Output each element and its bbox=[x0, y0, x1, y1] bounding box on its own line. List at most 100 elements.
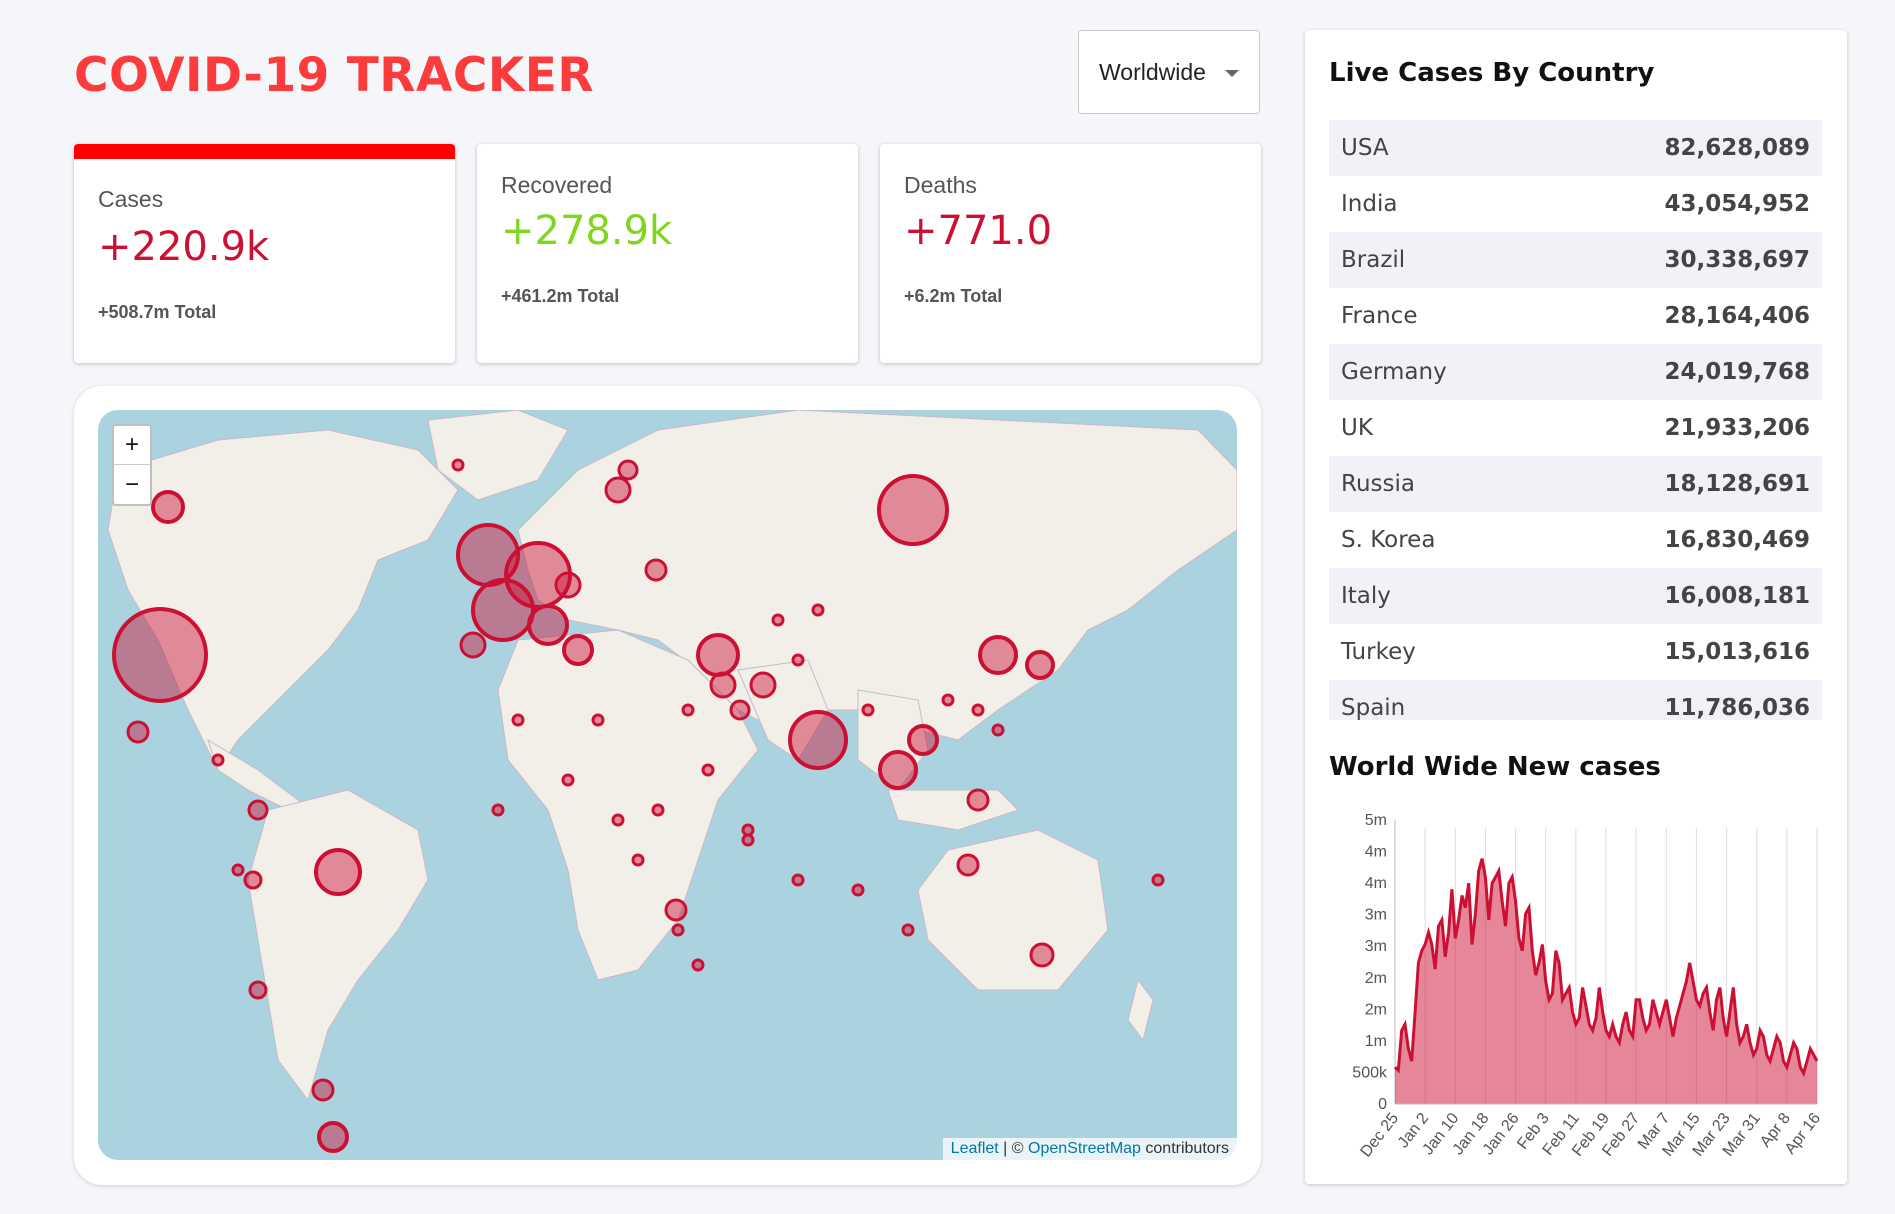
table-row: India 43,054,952 bbox=[1329, 176, 1822, 232]
case-marker[interactable] bbox=[527, 604, 569, 646]
y-tick-label: 3m bbox=[1365, 907, 1387, 924]
attribution-separator: | © bbox=[998, 1140, 1028, 1157]
case-marker[interactable] bbox=[231, 863, 245, 877]
case-marker[interactable] bbox=[611, 813, 625, 827]
case-marker[interactable] bbox=[978, 635, 1018, 675]
case-marker[interactable] bbox=[671, 923, 685, 937]
country-name: India bbox=[1341, 191, 1398, 217]
x-tick-label: Dec 25 bbox=[1358, 1110, 1403, 1160]
country-cases: 21,933,206 bbox=[1664, 415, 1810, 441]
case-marker[interactable] bbox=[791, 653, 805, 667]
table-row: Spain 11,786,036 bbox=[1329, 680, 1822, 720]
case-marker[interactable] bbox=[247, 799, 269, 821]
country-cases: 18,128,691 bbox=[1664, 471, 1810, 497]
case-marker[interactable] bbox=[811, 603, 825, 617]
case-marker[interactable] bbox=[311, 1078, 335, 1102]
case-marker[interactable] bbox=[701, 763, 715, 777]
new-cases-chart: 0 500k 1m 2m 2m 3m 3m 4m 4m 5m Dec 25 Jan 2 Jan 10 Ja… bbox=[1305, 790, 1847, 1184]
case-marker[interactable] bbox=[562, 634, 594, 666]
case-marker[interactable] bbox=[151, 490, 185, 524]
case-marker[interactable] bbox=[471, 578, 535, 642]
case-marker[interactable] bbox=[851, 883, 865, 897]
case-marker[interactable] bbox=[631, 853, 645, 867]
y-tick-label: 0 bbox=[1378, 1096, 1387, 1113]
case-marker[interactable] bbox=[681, 703, 695, 717]
case-marker[interactable] bbox=[651, 803, 665, 817]
case-marker[interactable] bbox=[1151, 873, 1165, 887]
y-tick-label: 2m bbox=[1365, 1001, 1387, 1018]
case-marker[interactable] bbox=[788, 710, 848, 770]
chart-title: World Wide New cases bbox=[1329, 752, 1661, 782]
table-row: France 28,164,406 bbox=[1329, 288, 1822, 344]
case-marker[interactable] bbox=[741, 833, 755, 847]
y-tick-label: 3m bbox=[1365, 938, 1387, 955]
live-cases-table[interactable]: USA 82,628,089 India 43,054,952 Brazil 30,3… bbox=[1329, 120, 1822, 720]
landmass-new-zealand bbox=[1127, 978, 1154, 1042]
stat-value: +220.9k bbox=[98, 224, 270, 270]
case-marker[interactable] bbox=[561, 773, 575, 787]
case-marker[interactable] bbox=[791, 873, 805, 887]
case-marker[interactable] bbox=[709, 671, 737, 699]
case-marker[interactable] bbox=[861, 703, 875, 717]
case-marker[interactable] bbox=[554, 571, 582, 599]
case-marker[interactable] bbox=[617, 459, 639, 481]
country-name: Brazil bbox=[1341, 247, 1406, 273]
case-marker[interactable] bbox=[459, 631, 487, 659]
y-tick-label: 500k bbox=[1352, 1064, 1388, 1081]
case-marker[interactable] bbox=[491, 803, 505, 817]
active-indicator bbox=[74, 144, 455, 159]
map-layer[interactable] bbox=[98, 410, 1237, 1160]
y-tick-label: 5m bbox=[1365, 812, 1387, 829]
case-marker[interactable] bbox=[696, 633, 740, 677]
case-marker[interactable] bbox=[878, 750, 918, 790]
case-marker[interactable] bbox=[591, 713, 605, 727]
country-name: Germany bbox=[1341, 359, 1447, 385]
case-marker[interactable] bbox=[243, 870, 263, 890]
case-marker[interactable] bbox=[971, 703, 985, 717]
stat-card-cases[interactable]: Cases +220.9k +508.7m Total bbox=[74, 144, 455, 363]
case-marker[interactable] bbox=[749, 671, 777, 699]
case-marker[interactable] bbox=[907, 724, 939, 756]
table-row: Germany 24,019,768 bbox=[1329, 344, 1822, 400]
stat-card-recovered[interactable]: Recovered +278.9k +461.2m Total bbox=[477, 144, 858, 363]
case-marker[interactable] bbox=[664, 898, 688, 922]
case-marker[interactable] bbox=[901, 923, 915, 937]
case-marker[interactable] bbox=[729, 699, 751, 721]
case-marker[interactable] bbox=[604, 476, 632, 504]
case-marker[interactable] bbox=[511, 713, 525, 727]
case-marker[interactable] bbox=[248, 980, 268, 1000]
stat-total: +6.2m Total bbox=[904, 286, 1003, 306]
leaflet-link[interactable]: Leaflet bbox=[951, 1140, 999, 1157]
case-marker[interactable] bbox=[211, 753, 225, 767]
case-marker[interactable] bbox=[126, 720, 150, 744]
case-marker[interactable] bbox=[991, 723, 1005, 737]
zoom-in-button[interactable]: + bbox=[114, 426, 150, 465]
case-marker[interactable] bbox=[1029, 942, 1055, 968]
case-marker[interactable] bbox=[941, 693, 955, 707]
case-marker[interactable] bbox=[644, 558, 668, 582]
stat-label: Recovered bbox=[501, 172, 613, 198]
country-cases: 15,013,616 bbox=[1664, 639, 1810, 665]
case-marker[interactable] bbox=[956, 853, 980, 877]
country-cases: 24,019,768 bbox=[1664, 359, 1810, 385]
right-panel: Live Cases By Country USA 82,628,089 Indi… bbox=[1305, 30, 1847, 1184]
country-select[interactable]: Worldwide bbox=[1078, 30, 1260, 114]
country-cases: 82,628,089 bbox=[1664, 135, 1810, 161]
case-marker[interactable] bbox=[112, 607, 208, 703]
case-marker[interactable] bbox=[771, 613, 785, 627]
country-name: Spain bbox=[1341, 695, 1406, 720]
y-tick-label: 2m bbox=[1365, 970, 1387, 987]
case-marker[interactable] bbox=[1025, 650, 1055, 680]
world-map[interactable]: + − Leaflet | © OpenStreetMap contributo… bbox=[98, 410, 1237, 1160]
case-marker[interactable] bbox=[691, 958, 705, 972]
stat-card-deaths[interactable]: Deaths +771.0 +6.2m Total bbox=[880, 144, 1261, 363]
zoom-out-button[interactable]: − bbox=[114, 465, 150, 504]
case-marker[interactable] bbox=[877, 474, 949, 546]
case-marker[interactable] bbox=[317, 1121, 349, 1153]
openstreetmap-link[interactable]: OpenStreetMap bbox=[1028, 1140, 1141, 1157]
table-row: USA 82,628,089 bbox=[1329, 120, 1822, 176]
country-name: Russia bbox=[1341, 471, 1415, 497]
case-marker[interactable] bbox=[966, 788, 990, 812]
case-marker[interactable] bbox=[451, 458, 465, 472]
case-marker[interactable] bbox=[314, 848, 362, 896]
